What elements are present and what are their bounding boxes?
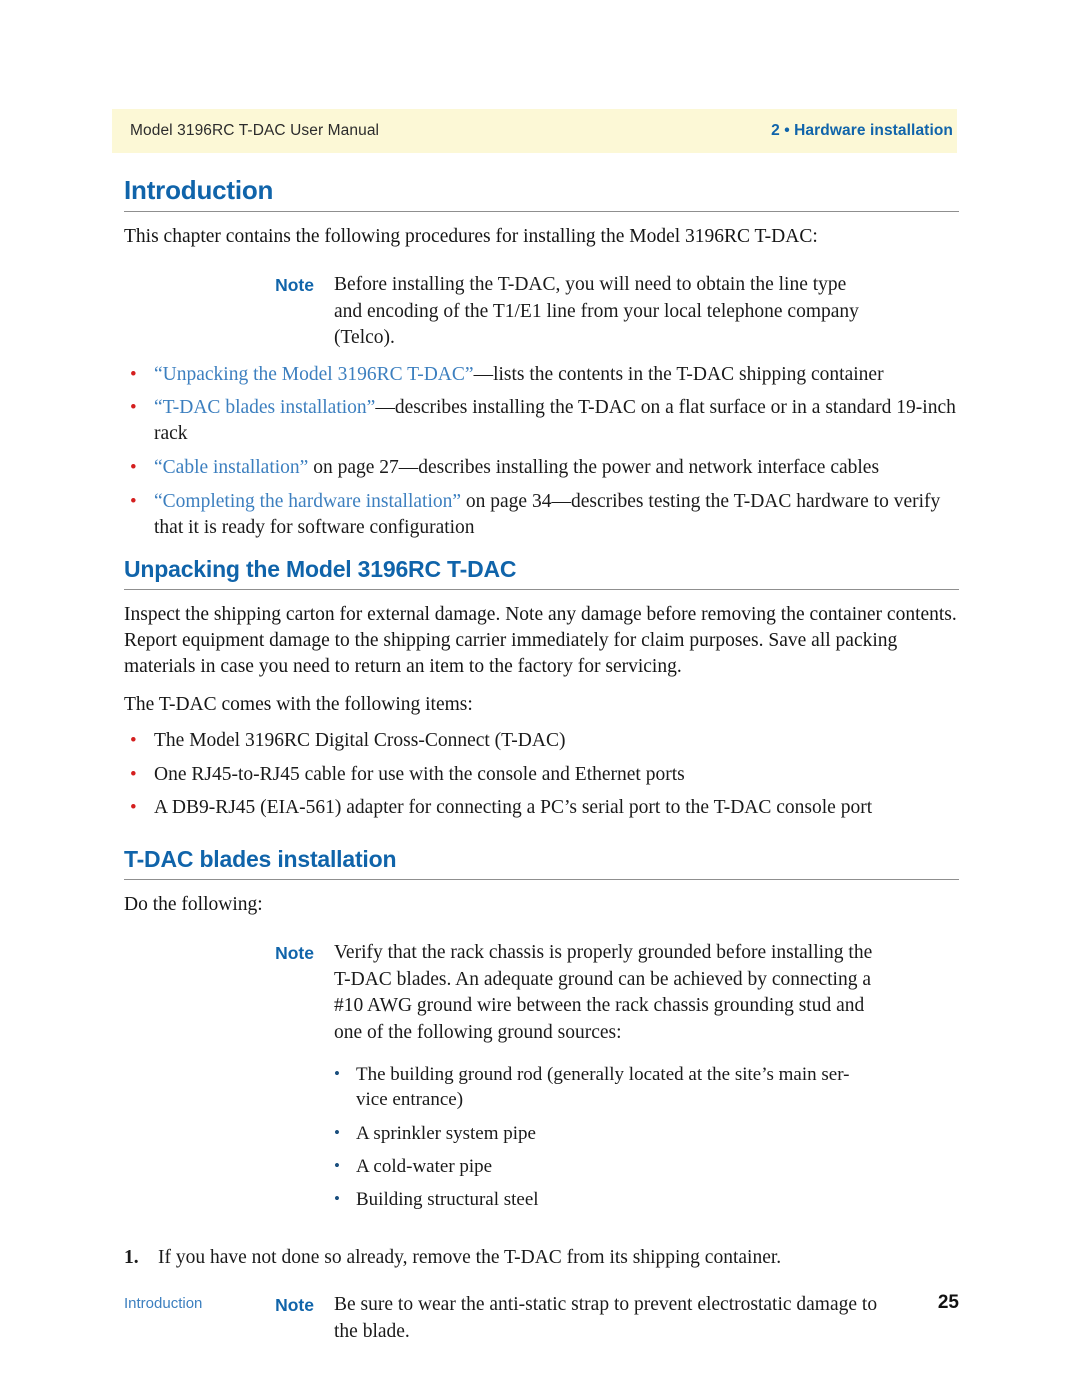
unpacking-paragraph: Inspect the shipping carton for external… [124,603,957,677]
ground-sources-list: • The building ground rod (generally loc… [334,1062,879,1212]
bullet-icon: • [130,763,137,785]
bullet-icon: • [130,457,137,479]
list-item: • The Model 3196RC Digital Cross-Connect… [124,728,959,754]
cross-reference-link[interactable]: “Unpacking the Model 3196RC T-DAC” [154,364,474,385]
list-item: • A DB9-RJ45 (EIA-561) adapter for conne… [124,795,959,821]
intro-paragraph: This chapter contains the following proc… [124,226,818,248]
running-header: Model 3196RC T-DAC User Manual 2 • Hardw… [112,109,957,153]
list-item: • “Completing the hardware installation”… [124,489,959,541]
list-item-text: Building structural steel [356,1189,539,1211]
list-item-text: on page 27—describes installing the powe… [308,457,880,479]
bullet-icon: • [130,363,137,385]
list-item: • “Unpacking the Model 3196RC T-DAC”—lis… [124,362,959,388]
list-item-text: —lists the contents in the T-DAC shippin… [473,363,884,385]
note-block-grounding: Note Verify that the rack chassis is pro… [124,940,959,1220]
introduction-bullet-list: • “Unpacking the Model 3196RC T-DAC”—lis… [124,362,959,542]
list-item-text: The building ground rod (generally locat… [356,1064,850,1111]
page-footer: Introduction 25 [124,1292,959,1314]
unpacking-bullet-list: • The Model 3196RC Digital Cross-Connect… [124,728,959,822]
footer-section-label: Introduction [124,1295,203,1312]
list-item-text: A DB9-RJ45 (EIA-561) adapter for connect… [154,797,873,819]
unpacking-items-intro: The T-DAC comes with the following items… [124,693,473,715]
list-item-text: The Model 3196RC Digital Cross-Connect (… [154,729,566,751]
heading-rule [124,211,959,213]
note-block-line-type: Note Before installing the T-DAC, you wi… [124,272,959,352]
bullet-icon: • [334,1155,340,1175]
bullet-icon: • [130,797,137,819]
bullet-icon: • [334,1064,340,1084]
page-content: Introduction This chapter contains the f… [124,176,959,1345]
note-label: Note [275,943,314,964]
list-item-text: A sprinkler system pipe [356,1122,536,1144]
list-item: • “Cable installation” on page 27—descri… [124,455,959,481]
step-number: 1. [124,1246,139,1268]
list-item: • The building ground rod (generally loc… [334,1062,879,1113]
list-item-text: A cold-water pipe [356,1155,493,1177]
note-text: Before installing the T-DAC, you will ne… [334,274,859,349]
list-item: • A sprinkler system pipe [334,1121,879,1146]
blades-intro-paragraph: Do the following: [124,894,263,916]
heading-tdac-blades-installation: T-DAC blades installation [124,846,397,873]
bullet-icon: • [130,729,137,751]
list-item: • Building structural steel [334,1187,879,1212]
footer-page-number: 25 [937,1292,959,1313]
bullet-icon: • [130,397,137,419]
list-item-text: One RJ45-to-RJ45 cable for use with the … [154,763,685,785]
cross-reference-link[interactable]: “T-DAC blades installation” [154,397,375,418]
cross-reference-link[interactable]: “Completing the hardware installation” [154,491,461,512]
cross-reference-link[interactable]: “Cable installation” [154,457,308,478]
list-item: • “T-DAC blades installation”—describes … [124,395,959,447]
header-chapter-title: 2 • Hardware installation [771,122,953,139]
bullet-icon: • [130,491,137,513]
heading-unpacking: Unpacking the Model 3196RC T-DAC [124,556,517,583]
heading-rule [124,879,959,881]
note-label: Note [275,275,314,295]
heading-introduction: Introduction [124,175,274,205]
document-page: Model 3196RC T-DAC User Manual 2 • Hardw… [0,0,1080,1397]
note-text: Verify that the rack chassis is properly… [334,942,873,1043]
header-manual-title: Model 3196RC T-DAC User Manual [130,122,380,139]
list-item: • A cold-water pipe [334,1154,879,1179]
bullet-icon: • [334,1189,340,1209]
list-item: • One RJ45-to-RJ45 cable for use with th… [124,762,959,788]
heading-rule [124,588,959,590]
procedure-step-1: 1. If you have not done so already, remo… [124,1245,959,1271]
bullet-icon: • [334,1122,340,1142]
step-text: If you have not done so already, remove … [158,1246,782,1268]
